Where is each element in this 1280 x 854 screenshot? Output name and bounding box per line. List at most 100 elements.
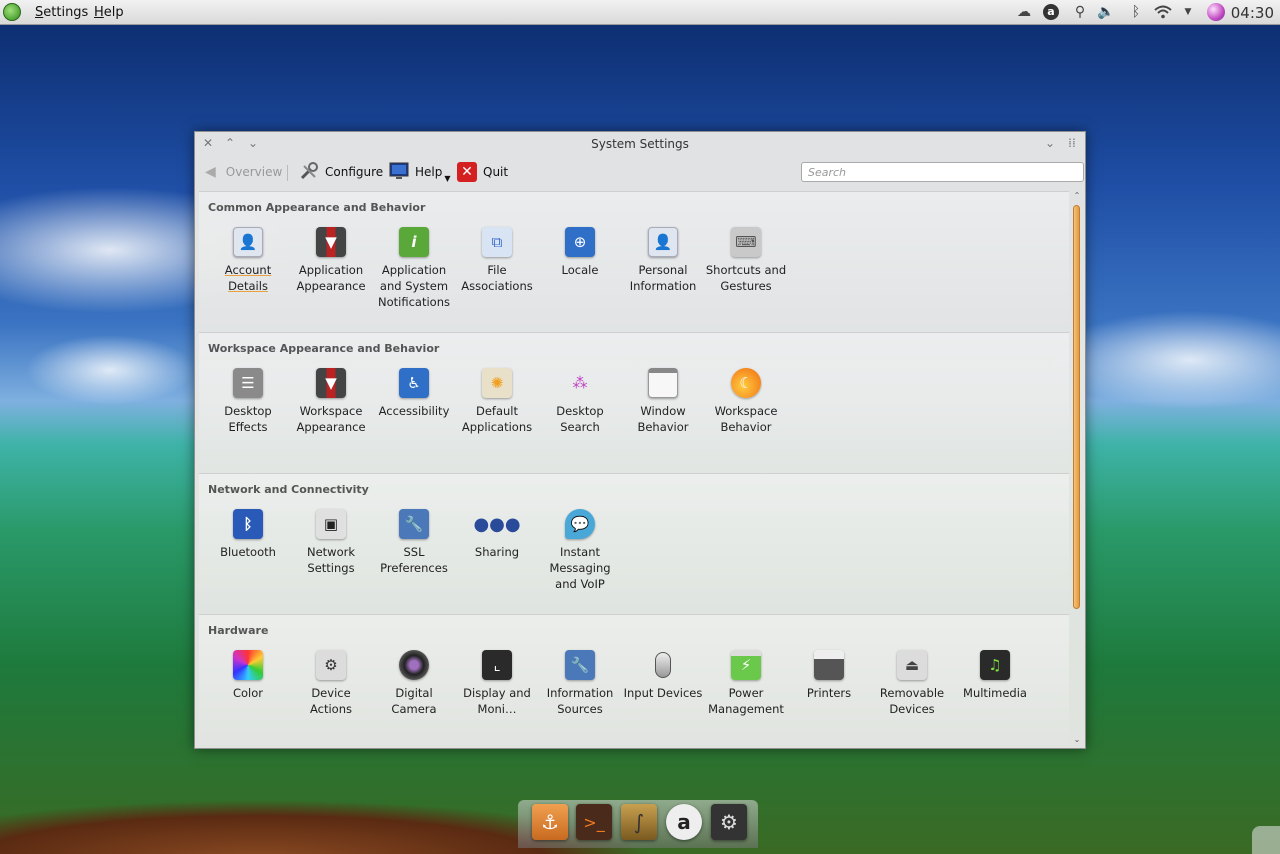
device-actions-icon: ⚙ xyxy=(316,650,346,680)
volume-icon[interactable]: 🔈 xyxy=(1096,3,1116,21)
toolbar-separator xyxy=(287,165,288,181)
user-avatar[interactable] xyxy=(1205,3,1227,21)
tray-expand-icon[interactable]: ▼ xyxy=(1181,3,1195,21)
configure-button[interactable]: Configure xyxy=(299,161,383,183)
quit-icon: ✕ xyxy=(457,162,477,182)
power-management-icon: ⚡ xyxy=(731,650,761,680)
module-window-behavior[interactable]: Window Behavior xyxy=(621,368,705,435)
module-label: Workspace Behavior xyxy=(714,404,778,434)
desktop-search-icon: ⁂ xyxy=(572,374,588,392)
module-account-details[interactable]: 👤 Account Details xyxy=(206,227,290,294)
module-instant-messaging[interactable]: 💬 Instant Messaging and VoIP xyxy=(538,509,622,592)
module-sharing[interactable]: ●●● Sharing xyxy=(455,509,539,560)
module-locale[interactable]: ⊕ Locale xyxy=(538,227,622,278)
anchor-icon[interactable]: ⚓ xyxy=(532,804,568,840)
module-ssl-preferences[interactable]: 🔧 SSL Preferences xyxy=(372,509,456,576)
scrollbar[interactable]: ⌃ ⌄ xyxy=(1071,191,1083,745)
module-printers[interactable]: Printers xyxy=(787,650,871,701)
module-desktop-effects[interactable]: ☰ Desktop Effects xyxy=(206,368,290,435)
titlebar[interactable]: ✕ ⌃ ⌄ System Settings ⌄ ⁞⁞ xyxy=(195,132,1085,156)
module-power-management[interactable]: ⚡ Power Management xyxy=(704,650,788,717)
section-network: Network and Connectivity ᛒ Bluetooth ▣ N… xyxy=(199,473,1069,612)
module-workspace-appearance[interactable]: ▼ Workspace Appearance xyxy=(289,368,373,435)
input-devices-icon xyxy=(648,650,678,680)
clock[interactable]: 04:30 xyxy=(1231,4,1274,22)
module-label: Multimedia xyxy=(963,686,1027,700)
configure-tools-icon xyxy=(299,161,319,184)
bluetooth-tray-icon[interactable]: ᛒ xyxy=(1126,3,1146,21)
module-label: Application Appearance xyxy=(296,263,366,293)
locale-globe-icon: ⊕ xyxy=(565,227,595,257)
curve-app-icon[interactable]: ∫ xyxy=(621,804,657,840)
module-display-monitor[interactable]: ⌞ Display and Moni… xyxy=(455,650,539,717)
module-notifications[interactable]: i Application and System Notifications xyxy=(372,227,456,310)
module-personal-information[interactable]: 👤 Personal Information xyxy=(621,227,705,294)
module-network-settings[interactable]: ▣ Network Settings xyxy=(289,509,373,576)
help-button[interactable]: Help ▼ xyxy=(389,161,451,183)
module-workspace-behavior[interactable]: ☾ Workspace Behavior xyxy=(704,368,788,435)
scroll-up-icon[interactable]: ⌃ xyxy=(1071,191,1083,201)
terminal-icon[interactable]: >_ xyxy=(576,804,612,840)
module-desktop-search[interactable]: ⁂ Desktop Search xyxy=(538,368,622,435)
window-behavior-icon xyxy=(648,368,678,398)
help-label: Help xyxy=(415,165,443,179)
sharing-icon: ●●● xyxy=(473,513,521,535)
module-label: Application and System Notifications xyxy=(378,263,450,309)
overview-button[interactable]: ◀ Overview xyxy=(205,161,282,183)
module-label: SSL Preferences xyxy=(380,545,448,575)
help-dropdown-icon[interactable]: ▼ xyxy=(444,174,450,183)
shade-icon[interactable]: ⌄ xyxy=(1043,136,1057,150)
amazon-tray-icon[interactable]: a xyxy=(1041,3,1061,21)
removable-devices-icon: ⏏ xyxy=(897,650,927,680)
network-settings-icon: ▣ xyxy=(316,509,346,539)
quit-button[interactable]: ✕ Quit xyxy=(457,161,508,183)
configure-label: Configure xyxy=(325,165,384,179)
menu-settings[interactable]: Settings xyxy=(35,5,88,20)
module-label: Printers xyxy=(806,686,852,700)
module-removable-devices[interactable]: ⏏ Removable Devices xyxy=(870,650,954,717)
ssl-preferences-icon: 🔧 xyxy=(399,509,429,539)
desktop-corner-toolbox[interactable] xyxy=(1252,826,1280,854)
module-default-applications[interactable]: ✺ Default Applications xyxy=(455,368,539,435)
module-label: Shortcuts and Gestures xyxy=(705,263,787,293)
scroll-down-icon[interactable]: ⌄ xyxy=(1071,735,1083,745)
help-monitor-icon xyxy=(389,162,409,183)
display-monitor-icon: ⌞ xyxy=(482,650,512,680)
window-title: System Settings xyxy=(591,137,689,151)
module-information-sources[interactable]: 🔧 Information Sources xyxy=(538,650,622,717)
module-accessibility[interactable]: ♿ Accessibility xyxy=(372,368,456,419)
cloud-icon[interactable]: ☁ xyxy=(1014,3,1034,21)
scroll-thumb[interactable] xyxy=(1073,205,1080,609)
amazon-icon[interactable]: a xyxy=(666,804,702,840)
wifi-icon[interactable] xyxy=(1152,3,1174,21)
instant-messaging-icon: 💬 xyxy=(565,509,595,539)
module-digital-camera[interactable]: Digital Camera xyxy=(372,650,456,717)
module-label: Sharing xyxy=(474,545,520,559)
search-input[interactable] xyxy=(801,162,1084,182)
accessibility-icon: ♿ xyxy=(399,368,429,398)
menu-help[interactable]: Help xyxy=(94,5,124,20)
settings-app-icon[interactable]: ⚙ xyxy=(711,804,747,840)
module-color[interactable]: Color xyxy=(206,650,290,701)
usb-icon[interactable]: ⚲ xyxy=(1070,3,1090,21)
bluetooth-icon: ᛒ xyxy=(233,509,263,539)
kde-menu-icon[interactable] xyxy=(3,3,21,21)
module-label: Power Management xyxy=(708,686,784,716)
module-label: Workspace Appearance xyxy=(296,404,366,434)
module-bluetooth[interactable]: ᛒ Bluetooth xyxy=(206,509,290,560)
module-shortcuts-gestures[interactable]: ⌨ Shortcuts and Gestures xyxy=(704,227,788,294)
module-label: Input Devices xyxy=(623,686,703,700)
digital-camera-icon xyxy=(399,650,429,680)
section-title: Hardware xyxy=(208,624,269,637)
module-device-actions[interactable]: ⚙ Device Actions xyxy=(289,650,373,717)
module-input-devices[interactable]: Input Devices xyxy=(621,650,705,701)
module-multimedia[interactable]: ♫ Multimedia xyxy=(953,650,1037,701)
module-file-associations[interactable]: ⧉ File Associations xyxy=(455,227,539,294)
top-panel: Settings Help ☁ a ⚲ 🔈 ᛒ ▼ 04:30 xyxy=(0,0,1280,25)
module-application-appearance[interactable]: ▼ Application Appearance xyxy=(289,227,373,294)
system-settings-window: ✕ ⌃ ⌄ System Settings ⌄ ⁞⁞ ◀ Overview Co… xyxy=(194,131,1086,749)
notifications-icon: i xyxy=(399,227,429,257)
module-label: Desktop Search xyxy=(556,404,604,434)
window-menu-icon[interactable]: ⁞⁞ xyxy=(1065,136,1079,150)
section-title: Workspace Appearance and Behavior xyxy=(208,342,440,355)
